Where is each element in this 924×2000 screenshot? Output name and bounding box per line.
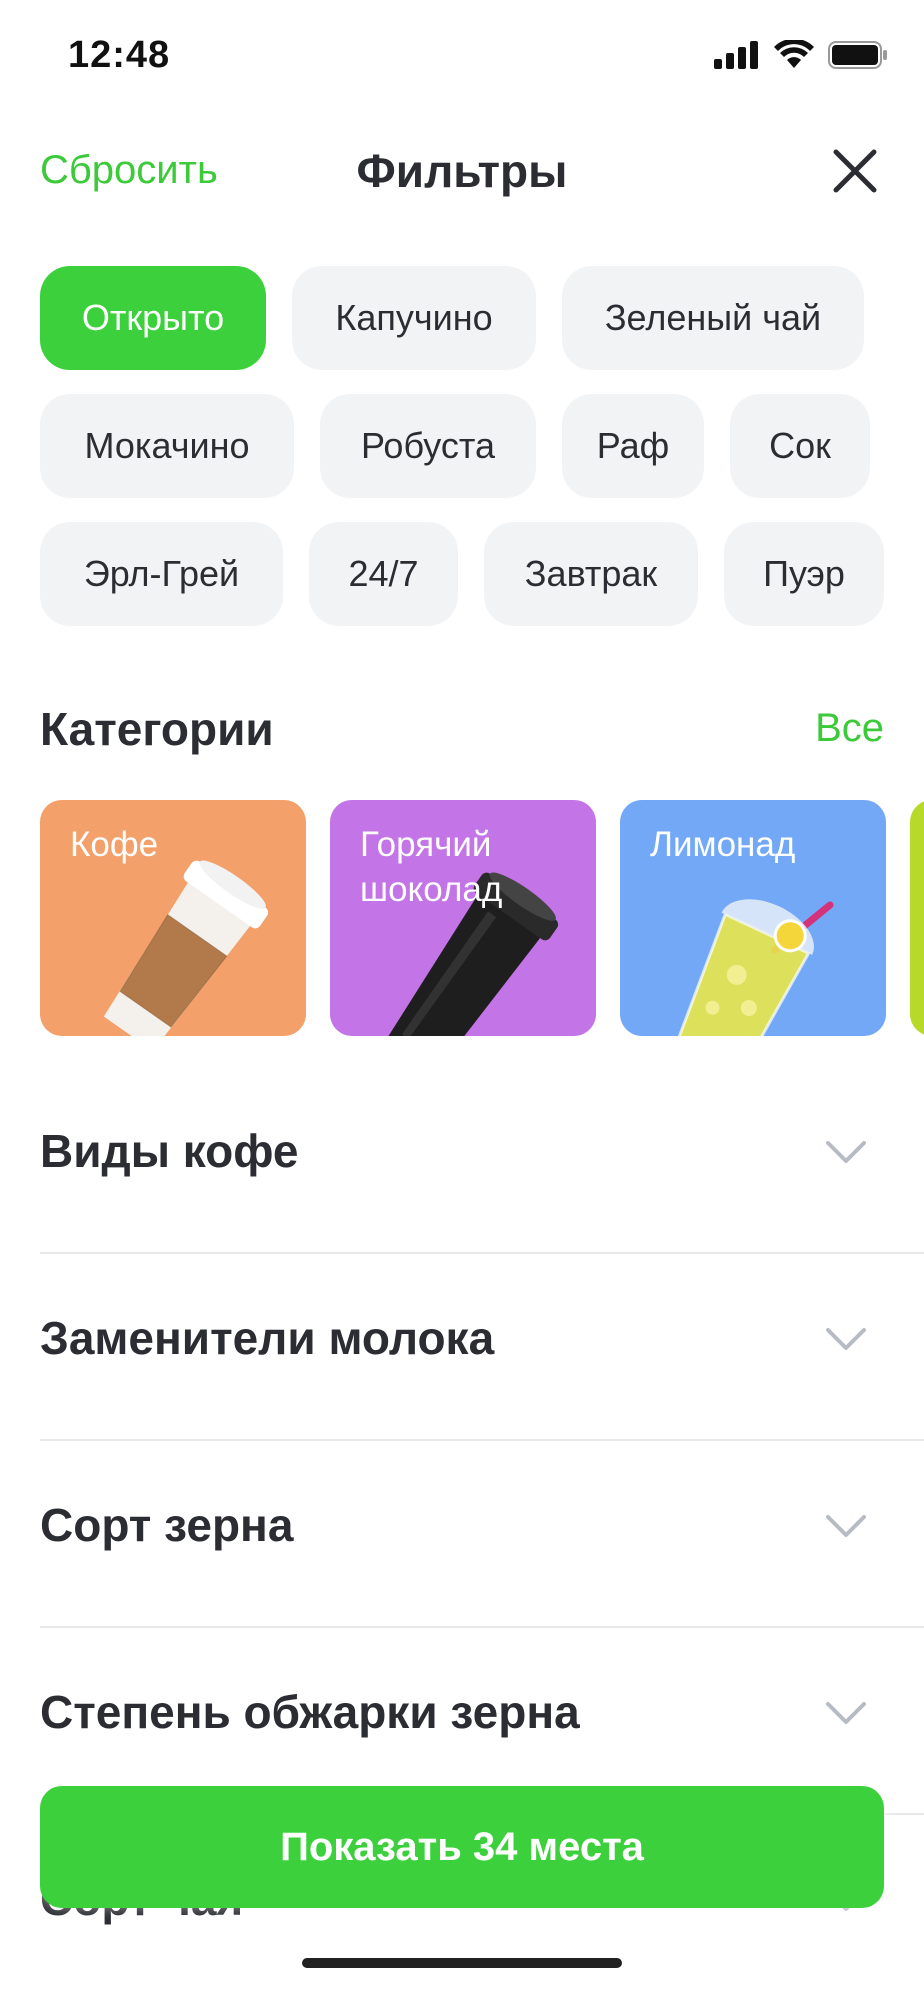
chip-puer[interactable]: Пуэр [724, 522, 884, 626]
status-time: 12:48 [68, 34, 171, 76]
chip-cappuccino[interactable]: Капучино [292, 266, 536, 370]
categories-all-link[interactable]: Все [815, 706, 884, 751]
chevron-down-icon [826, 1515, 866, 1537]
chip-raf[interactable]: Раф [562, 394, 704, 498]
chevron-down-icon [826, 1702, 866, 1724]
filter-section-milk-substitutes[interactable]: Заменители молока [40, 1253, 924, 1441]
category-card-lemonade[interactable]: Лимонад [620, 800, 886, 1036]
chip-green-tea[interactable]: Зеленый чай [562, 266, 864, 370]
status-icons [714, 40, 888, 70]
filter-section-title: Заменители молока [40, 1312, 495, 1364]
wifi-icon [774, 40, 814, 68]
chip-mochaccino[interactable]: Мокачино [40, 394, 294, 498]
chip-earl-grey[interactable]: Эрл-Грей [40, 522, 283, 626]
close-button[interactable] [830, 146, 880, 196]
category-card-coffee[interactable]: Кофе [40, 800, 306, 1036]
category-card-label: Лимонад [650, 825, 796, 864]
cellular-signal-icon [714, 41, 758, 69]
show-results-button[interactable]: Показать 34 места [40, 1786, 884, 1908]
chip-robusta[interactable]: Робуста [320, 394, 536, 498]
category-card-hot-chocolate[interactable]: Горячий шоколад [330, 800, 596, 1036]
filter-section-title: Виды кофе [40, 1125, 299, 1177]
filter-section-bean-variety[interactable]: Сорт зерна [40, 1440, 924, 1628]
header: Сбросить Фильтры [0, 132, 924, 212]
page-title: Фильтры [356, 145, 568, 197]
close-icon [833, 149, 877, 193]
chip-juice[interactable]: Сок [730, 394, 870, 498]
categories-title: Категории [40, 703, 274, 755]
filter-section-title: Степень обжарки зерна [40, 1686, 580, 1738]
chip-row: Открыто Капучино Зеленый чай [40, 266, 900, 370]
chip-row: Эрл-Грей 24/7 Завтрак Пуэр [40, 522, 900, 626]
battery-icon [828, 41, 887, 69]
chip-row: Мокачино Робуста Раф Сок [40, 394, 900, 498]
status-bar: 12:48 [0, 0, 924, 112]
chip-open[interactable]: Открыто [40, 266, 266, 370]
filter-chips: Открыто Капучино Зеленый чай Мокачино Ро… [40, 266, 900, 650]
chip-breakfast[interactable]: Завтрак [484, 522, 698, 626]
home-indicator [302, 1958, 622, 1968]
category-card-partial[interactable] [910, 800, 924, 1036]
categories-carousel[interactable]: Кофе Горячий шоколад Лимонад [40, 800, 924, 1036]
filter-section-coffee-types[interactable]: Виды кофе [40, 1066, 924, 1254]
filter-section-title: Сорт зерна [40, 1499, 294, 1551]
category-card-label: Кофе [70, 825, 159, 864]
chevron-down-icon [826, 1141, 866, 1163]
category-card-label: Горячий шоколад [360, 825, 503, 909]
chevron-down-icon [826, 1328, 866, 1350]
chip-24-7[interactable]: 24/7 [309, 522, 458, 626]
